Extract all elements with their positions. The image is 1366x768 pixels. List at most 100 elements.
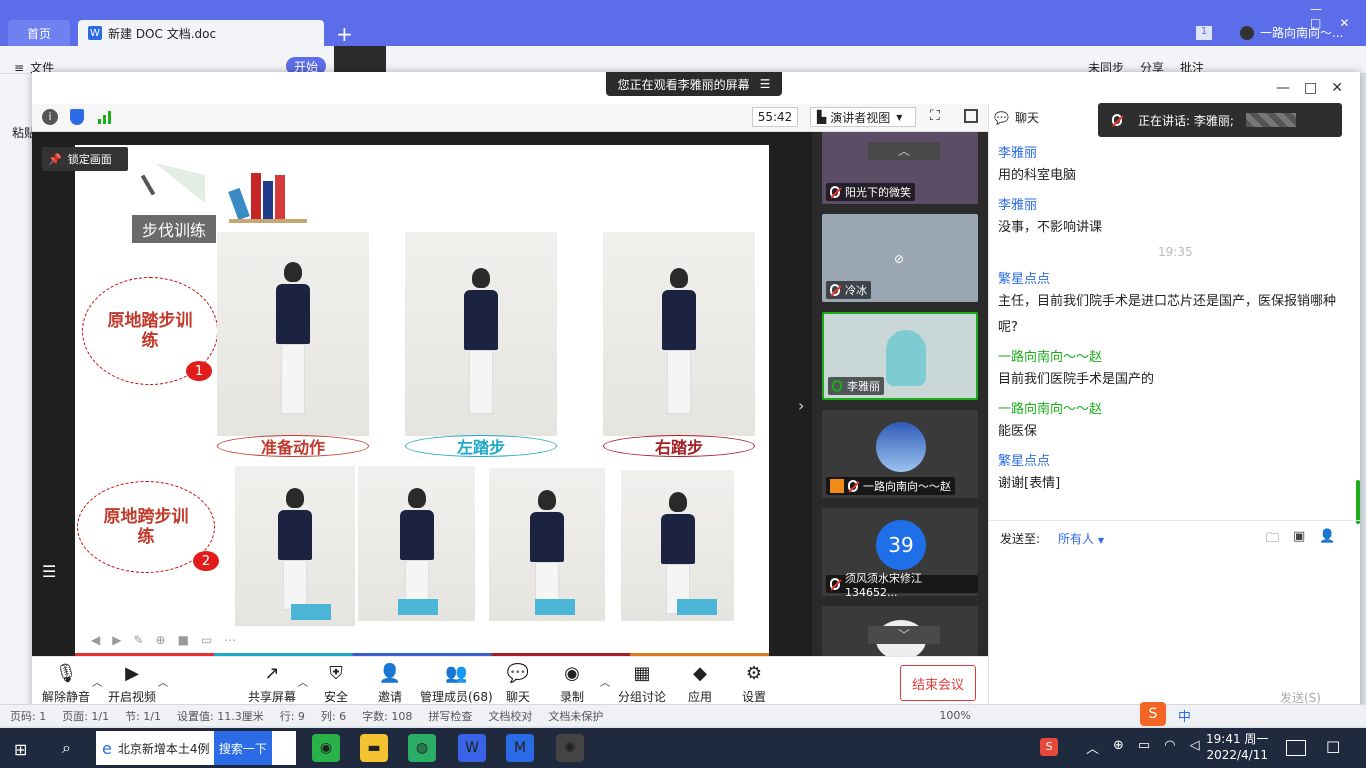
record-button[interactable]: ◉ 录制 — [560, 662, 584, 705]
taskbar-search-box[interactable]: e 北京新增本土4例 搜索一下 — [96, 731, 296, 765]
status-page: 页码: 1 — [10, 709, 47, 723]
spell-check[interactable]: 拼写检查 — [428, 708, 472, 724]
windows-start-icon[interactable]: ⊞ — [14, 740, 27, 759]
breakout-button[interactable]: ▦ 分组讨论 — [618, 662, 666, 705]
slide-controls[interactable]: ◀ ▶ ✎ ⊕ ■ ▭ ⋯ — [91, 633, 236, 647]
camera-icon[interactable]: ■ — [178, 633, 189, 647]
participant-tile[interactable]: 一路向南向～～赵 — [822, 410, 978, 498]
list-icon[interactable]: ☰ — [42, 562, 56, 581]
more-icon[interactable]: ⋯ — [224, 633, 236, 647]
chevron-up-icon[interactable]: ︿ — [158, 674, 168, 689]
sogou-ime-icon[interactable]: S — [1140, 702, 1166, 726]
participant-label: 须风须水宋修江134652... — [826, 572, 978, 596]
apps-button[interactable]: ◆ 应用 — [688, 662, 712, 705]
mic-off-icon — [1112, 114, 1122, 126]
clock-time: 19:41 周一 — [1206, 732, 1269, 746]
browser-icon[interactable]: ◉ — [312, 734, 340, 762]
video-button[interactable]: ▶ 开启视频 — [108, 662, 156, 705]
meeting-window-controls[interactable]: —□✕ — [1276, 80, 1357, 96]
next-slide-icon[interactable]: ▶ — [112, 633, 121, 647]
tab-doc[interactable]: W 新建 DOC 文档.doc — [78, 20, 324, 46]
zoom-level[interactable]: 100% — [939, 709, 970, 722]
battery-icon[interactable]: ▭ — [1138, 738, 1150, 757]
add-tab-icon[interactable]: + — [336, 22, 353, 46]
prev-slide-icon[interactable]: ◀ — [91, 633, 100, 647]
layout-icon[interactable] — [964, 109, 978, 123]
photo-stride-2 — [358, 466, 475, 621]
speaker-video — [886, 330, 926, 386]
tray-app-icon[interactable]: S — [1040, 738, 1058, 756]
invite-button[interactable]: 👤 邀请 — [378, 662, 402, 705]
chevron-up-icon[interactable]: ︿ — [1086, 738, 1099, 757]
security-button[interactable]: ⛨ 安全 — [324, 662, 348, 705]
info-icon[interactable]: i — [42, 109, 58, 125]
send-to-select[interactable]: 所有人 ▼ — [1058, 530, 1104, 547]
chat-input[interactable] — [1040, 548, 1350, 688]
chat-scrollbar[interactable] — [1356, 480, 1360, 524]
pen-icon[interactable]: ✎ — [133, 633, 143, 647]
chevron-up-icon[interactable]: ︿ — [600, 674, 610, 689]
manage-members-button[interactable]: 👥 管理成员(68) — [420, 662, 493, 705]
speaker-icon[interactable]: ◁ — [1190, 738, 1200, 757]
participant-tile[interactable]: ︿ 阳光下的微笑 — [822, 132, 978, 204]
action-center-icon[interactable]: ☐ — [1326, 738, 1340, 757]
doc-proof[interactable]: 文档校对 — [488, 708, 532, 724]
shield-icon[interactable] — [70, 109, 84, 125]
search-icon[interactable]: ⌕ — [62, 738, 71, 758]
plus-icon[interactable]: ⊕ — [1113, 738, 1124, 757]
status-section: 节: 1/1 — [125, 709, 162, 723]
status-words: 字数: 108 — [362, 709, 413, 723]
participant-tile[interactable]: ﹀ — [822, 606, 978, 656]
chat-message: 谢谢[表情] — [998, 476, 1061, 491]
system-tray[interactable]: ︿ ⊕ ▭ ◠ ◁ — [1086, 738, 1200, 757]
window-controls[interactable]: —□✕ — [1310, 2, 1366, 30]
members-icon: 👥 — [445, 662, 468, 684]
chevron-up-icon[interactable]: ︿ — [92, 674, 102, 689]
chat-button[interactable]: 💬 聊天 — [506, 662, 530, 705]
fullscreen-icon[interactable]: ⛶ — [930, 108, 940, 124]
status-pages: 页面: 1/1 — [62, 709, 110, 723]
mic-off-icon — [848, 480, 858, 492]
record-label: 录制 — [560, 690, 585, 704]
tab-home[interactable]: 首页 — [8, 20, 70, 46]
participant-label: 阳光下的微笑 — [826, 183, 915, 201]
settings-button[interactable]: ⚙ 设置 — [742, 662, 766, 705]
zoom-icon[interactable]: ⊕ — [156, 633, 166, 647]
clock[interactable]: 19:41 周一 2022/4/11 — [1206, 731, 1268, 763]
unmute-button[interactable]: 🎙 解除静音 — [42, 662, 90, 705]
ime-mode[interactable]: 中 — [1178, 706, 1191, 725]
view-mode-select[interactable]: ▙ 演讲者视图 ▼ — [810, 107, 916, 127]
chevron-up-icon[interactable]: ︿ — [298, 674, 308, 689]
lock-screen-label: 锁定画面 — [67, 153, 112, 166]
tencent-meeting-icon[interactable]: M — [506, 734, 534, 762]
participant-tile[interactable]: 39 须风须水宋修江134652... — [822, 508, 978, 596]
page-count-icon[interactable]: 1 — [1196, 26, 1212, 40]
menu-icon[interactable]: ☰ — [760, 77, 771, 91]
notification-badge-icon[interactable] — [1286, 740, 1306, 756]
wechat-icon[interactable]: ◍ — [408, 734, 436, 762]
lock-screen-button[interactable]: 📌 锁定画面 — [42, 147, 128, 171]
chevron-up-icon[interactable]: ︿ — [868, 142, 940, 160]
share-screen-button[interactable]: ↗ 共享屏幕 — [248, 662, 296, 705]
participant-tile[interactable]: ⊘ 冷冰 — [822, 214, 978, 302]
signal-icon[interactable] — [98, 110, 111, 124]
participant-label: 冷冰 — [826, 281, 871, 299]
end-meeting-button[interactable]: 结束会议 — [900, 665, 976, 701]
chevron-right-icon[interactable]: › — [798, 396, 804, 415]
subtitle-icon[interactable]: ▭ — [201, 633, 212, 647]
color-app-icon[interactable]: ✺ — [556, 734, 584, 762]
folder-icon[interactable]: ▬ — [360, 734, 388, 762]
photo-stride-1 — [235, 466, 355, 626]
search-text: 北京新增本土4例 — [117, 741, 210, 756]
search-button[interactable]: 搜索一下 — [213, 731, 272, 765]
mic-off-icon: 🎙 — [54, 662, 78, 684]
chevron-down-icon: ▼ — [1097, 536, 1104, 545]
participant-tile-active[interactable]: 李雅丽 — [822, 312, 978, 400]
invite-label: 邀请 — [378, 690, 403, 704]
dark-panel — [334, 46, 386, 74]
wps-icon[interactable]: W — [458, 734, 486, 762]
chevron-down-icon[interactable]: ﹀ — [868, 626, 940, 644]
doc-protect[interactable]: 文档未保护 — [548, 708, 603, 724]
wifi-icon[interactable]: ◠ — [1164, 738, 1175, 757]
share-banner[interactable]: 您正在观看李雅丽的屏幕 ☰ — [606, 72, 782, 96]
